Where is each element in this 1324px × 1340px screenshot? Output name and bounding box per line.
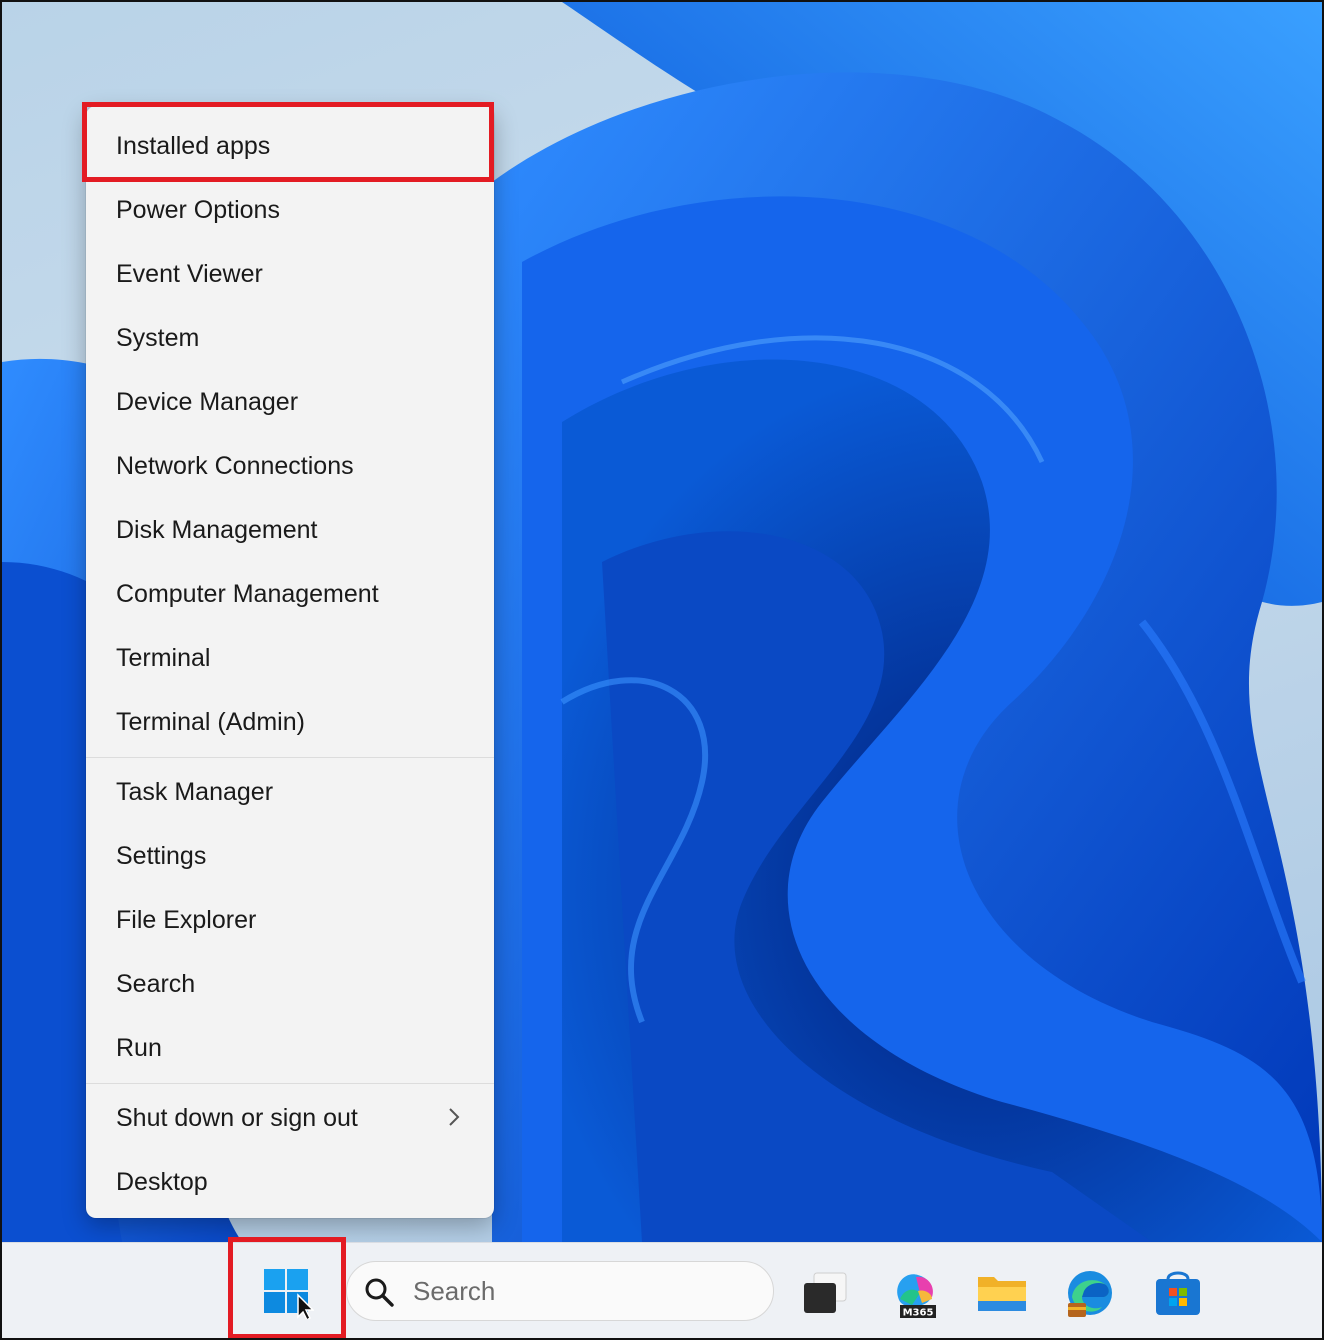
- menu-item-run[interactable]: Run: [86, 1020, 494, 1076]
- menu-item-label: Terminal (Admin): [116, 707, 305, 736]
- menu-item-system[interactable]: System: [86, 310, 494, 366]
- menu-item-event-viewer[interactable]: Event Viewer: [86, 246, 494, 302]
- menu-separator: [86, 757, 494, 758]
- menu-item-label: Computer Management: [116, 579, 379, 608]
- search-icon: [365, 1278, 394, 1307]
- menu-item-label: System: [116, 323, 200, 352]
- menu-item-label: Network Connections: [116, 451, 354, 480]
- taskbar-search-box[interactable]: Search: [346, 1261, 774, 1321]
- menu-item-terminal-admin[interactable]: Terminal (Admin): [86, 694, 494, 750]
- taskbar: Search M365: [2, 1237, 1322, 1338]
- menu-item-task-manager[interactable]: Task Manager: [86, 764, 494, 820]
- task-view-icon[interactable]: [800, 1267, 852, 1319]
- menu-item-network-connections[interactable]: Network Connections: [86, 438, 494, 494]
- menu-item-power-options[interactable]: Power Options: [86, 182, 494, 238]
- screenshot-frame: Installed apps Power Options Event Viewe…: [0, 0, 1324, 1340]
- menu-item-label: Terminal: [116, 643, 211, 672]
- menu-item-label: Device Manager: [116, 387, 299, 416]
- winx-context-menu: Installed apps Power Options Event Viewe…: [86, 106, 494, 1218]
- menu-item-terminal[interactable]: Terminal: [86, 630, 494, 686]
- menu-item-label: Shut down or sign out: [116, 1103, 358, 1132]
- menu-item-label: File Explorer: [116, 905, 257, 934]
- menu-item-label: Disk Management: [116, 515, 318, 544]
- menu-item-disk-management[interactable]: Disk Management: [86, 502, 494, 558]
- menu-item-label: Run: [116, 1033, 162, 1062]
- edge-browser-icon[interactable]: [1064, 1267, 1116, 1319]
- menu-item-computer-management[interactable]: Computer Management: [86, 566, 494, 622]
- copilot-m365-icon[interactable]: M365: [888, 1267, 940, 1319]
- search-placeholder: Search: [413, 1276, 496, 1306]
- desktop[interactable]: Installed apps Power Options Event Viewe…: [2, 2, 1322, 1242]
- file-explorer-icon[interactable]: [976, 1267, 1028, 1319]
- menu-item-settings[interactable]: Settings: [86, 828, 494, 884]
- menu-item-label: Event Viewer: [116, 259, 263, 288]
- menu-item-device-manager[interactable]: Device Manager: [86, 374, 494, 430]
- menu-item-search[interactable]: Search: [86, 956, 494, 1012]
- menu-item-label: Power Options: [116, 195, 280, 224]
- menu-item-label: Settings: [116, 841, 207, 870]
- chevron-right-icon: [449, 1108, 460, 1126]
- menu-item-label: Desktop: [116, 1167, 208, 1196]
- start-button-highlight-box: [228, 1237, 346, 1338]
- menu-item-shut-down-or-sign-out[interactable]: Shut down or sign out: [86, 1090, 494, 1146]
- copilot-badge-text: M365: [903, 1308, 934, 1319]
- installed-apps-highlight-box: [82, 102, 494, 182]
- menu-item-label: Search: [116, 969, 196, 998]
- menu-item-label: Task Manager: [116, 777, 274, 806]
- menu-item-file-explorer[interactable]: File Explorer: [86, 892, 494, 948]
- microsoft-store-icon[interactable]: [1152, 1267, 1204, 1319]
- menu-item-desktop[interactable]: Desktop: [86, 1154, 494, 1210]
- menu-separator: [86, 1083, 494, 1084]
